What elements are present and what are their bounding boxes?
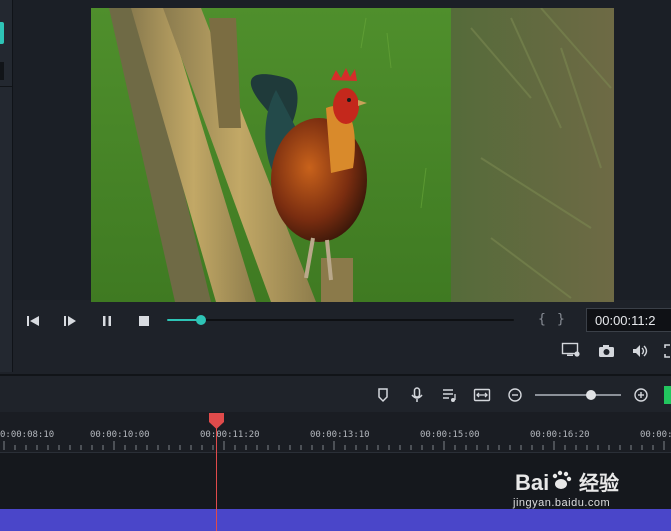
seek-bar[interactable]: [167, 319, 514, 321]
stop-icon: [139, 316, 149, 326]
marker-icon: [378, 388, 388, 403]
prev-frame-icon: [27, 316, 39, 326]
playhead-line[interactable]: [216, 420, 217, 531]
rooster-video-frame: [91, 8, 614, 302]
ruler-label: 00:00:15:00: [420, 430, 480, 440]
volume-icon: [633, 345, 648, 357]
snapshot-button[interactable]: [597, 343, 617, 359]
left-panel: [0, 0, 13, 372]
voiceover-button[interactable]: [408, 386, 426, 404]
current-timecode: 00:00:11:2: [586, 308, 671, 332]
ruler-label: 00:00:10:00: [90, 430, 150, 440]
volume-button[interactable]: [631, 343, 651, 359]
svg-text:经验: 经验: [579, 471, 619, 495]
display-settings-icon: [561, 342, 580, 357]
fit-to-timeline-icon: [473, 388, 491, 402]
ruler-label: 00:00:13:10: [310, 430, 370, 440]
ruler-label: 00:00:1: [640, 430, 671, 440]
ruler-label: 0:00:08:10: [0, 430, 55, 440]
video-preview-frame: [91, 8, 614, 302]
audio-mixer-icon: [443, 389, 456, 402]
audio-mixer-button[interactable]: [440, 386, 458, 404]
snapshot-icon: [599, 345, 614, 357]
fullscreen-button[interactable]: [664, 343, 671, 359]
timeline-zoom-handle[interactable]: [586, 390, 596, 400]
playhead-handle[interactable]: [208, 412, 225, 430]
audio-clip[interactable]: [0, 509, 671, 531]
prev-frame-button[interactable]: [25, 313, 41, 329]
play-button[interactable]: [62, 313, 78, 329]
svg-text:Bai: Bai: [515, 470, 549, 495]
voiceover-mic-icon: [411, 387, 423, 402]
left-panel-active-tab[interactable]: [0, 22, 4, 44]
left-panel-tab[interactable]: [0, 62, 4, 80]
zoom-in-icon: [634, 388, 648, 402]
mark-in-button[interactable]: {: [538, 312, 546, 327]
track-separator: [0, 452, 671, 453]
zoom-in-button[interactable]: [632, 386, 650, 404]
zoom-out-button[interactable]: [506, 386, 524, 404]
baidu-watermark-logo: Bai 经验: [515, 470, 619, 495]
baidu-watermark-url: jingyan.baidu.com: [513, 497, 611, 509]
ruler-ticks: [3, 441, 665, 450]
display-settings-button[interactable]: [561, 342, 581, 358]
mark-out-button[interactable]: }: [557, 312, 565, 327]
ruler-label: 00:00:11:20: [200, 430, 260, 440]
zoom-out-icon: [508, 388, 522, 402]
fit-to-timeline-button[interactable]: [473, 386, 491, 404]
ruler-label: 00:00:16:20: [530, 430, 590, 440]
pause-button[interactable]: [99, 313, 115, 329]
seek-bar-handle[interactable]: [196, 315, 206, 325]
play-icon: [64, 316, 76, 326]
left-panel-divider: [0, 86, 12, 87]
audio-level-meter: [664, 386, 671, 404]
pause-icon: [103, 316, 111, 326]
add-marker-button[interactable]: [374, 386, 392, 404]
stop-button[interactable]: [136, 313, 152, 329]
fullscreen-icon: [664, 344, 670, 358]
timeline-zoom-slider[interactable]: [535, 394, 621, 396]
